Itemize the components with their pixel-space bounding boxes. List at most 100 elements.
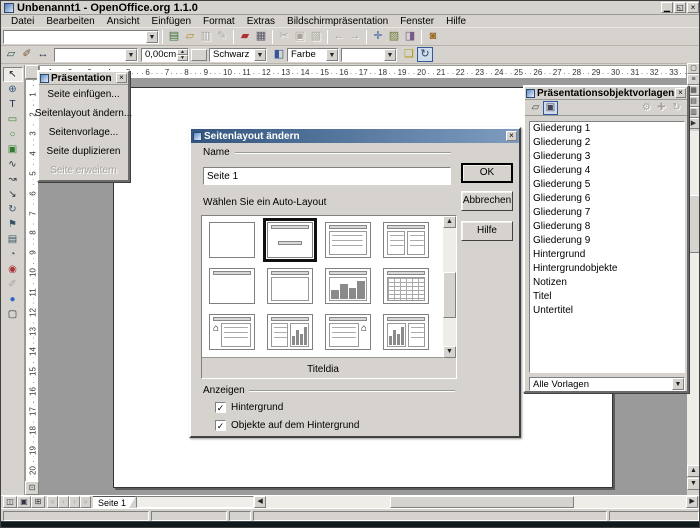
- horizontal-scroll-thumb[interactable]: [390, 496, 574, 508]
- arrow-style-icon[interactable]: ↔: [35, 47, 51, 62]
- presentation-icon[interactable]: ▢: [3, 307, 23, 322]
- close-icon[interactable]: ×: [116, 73, 127, 83]
- layout-scrollbar[interactable]: ▲ ▼: [443, 216, 456, 358]
- style-list-item[interactable]: Gliederung 3: [530, 150, 684, 164]
- scroll-left-icon[interactable]: ◀: [254, 496, 266, 508]
- palette-item[interactable]: Seitenvorlage...: [39, 123, 128, 142]
- menu-item[interactable]: Einfügen: [146, 16, 197, 27]
- zoom-icon[interactable]: ⊕: [3, 82, 23, 97]
- ruler-origin-button[interactable]: ⊡: [25, 481, 39, 495]
- layout-thumb-title-chart-outline[interactable]: [383, 314, 429, 350]
- layout-thumb-blank[interactable]: [209, 222, 255, 258]
- arrange-icon[interactable]: ▤: [3, 232, 23, 247]
- stylist-icon[interactable]: ▨: [386, 29, 402, 44]
- export-pdf-icon[interactable]: ▰: [237, 29, 253, 44]
- style-list-item[interactable]: Notizen: [530, 276, 684, 290]
- style-filter-combobox[interactable]: Alle Vorlagen ▼: [529, 377, 685, 391]
- horizontal-ruler[interactable]: 1234567891011121314151617181920212223242…: [39, 65, 687, 79]
- style-list-item[interactable]: Gliederung 5: [530, 178, 684, 192]
- style-list-item[interactable]: Gliederung 6: [530, 192, 684, 206]
- palette-item[interactable]: Seite einfügen...: [39, 85, 128, 104]
- menu-item[interactable]: Bildschirmpräsentation: [281, 16, 394, 27]
- help-button[interactable]: Hilfe: [461, 221, 513, 241]
- style-list-item[interactable]: Untertitel: [530, 304, 684, 318]
- scroll-up-icon[interactable]: ▲: [443, 216, 456, 228]
- new-document-icon[interactable]: ▤: [166, 29, 182, 44]
- rotation-mode-icon[interactable]: ↻: [417, 47, 433, 62]
- text-icon[interactable]: T: [3, 97, 23, 112]
- chevron-down-icon[interactable]: ▼: [326, 49, 338, 61]
- menu-item[interactable]: Datei: [5, 16, 40, 27]
- cancel-button[interactable]: Abbrechen: [461, 191, 513, 211]
- url-combobox[interactable]: ▼: [3, 30, 159, 44]
- ok-button[interactable]: OK: [461, 163, 513, 183]
- chevron-down-icon[interactable]: ▼: [254, 49, 266, 61]
- close-icon[interactable]: ×: [506, 131, 517, 141]
- minimize-button[interactable]: ▁: [661, 2, 673, 13]
- style-list-item[interactable]: Gliederung 7: [530, 206, 684, 220]
- layout-thumb-title-box[interactable]: [267, 268, 313, 304]
- page-tab[interactable]: Seite 1: [93, 496, 136, 508]
- layout-scroll-thumb[interactable]: [443, 272, 456, 318]
- graphic-styles-icon[interactable]: ▱: [528, 101, 543, 115]
- lines-arrows-icon[interactable]: ↘: [3, 187, 23, 202]
- fill-type-combobox[interactable]: Farbe ▼: [287, 48, 339, 62]
- layer-mode-icon[interactable]: ⊞: [31, 496, 45, 508]
- checkbox[interactable]: ✓: [215, 402, 226, 413]
- effects-icon[interactable]: ◔: [3, 247, 23, 262]
- style-list-item[interactable]: Titel: [530, 290, 684, 304]
- horizontal-scroll-track[interactable]: [266, 496, 686, 508]
- style-list-item[interactable]: Gliederung 9: [530, 234, 684, 248]
- open-icon[interactable]: ▱: [182, 29, 198, 44]
- chevron-down-icon[interactable]: ▼: [672, 378, 684, 390]
- dialog-title-bar[interactable]: Seitenlayout ändern ×: [191, 129, 519, 143]
- master-mode-icon[interactable]: ▣: [17, 496, 31, 508]
- layout-thumb-title-outline-chart[interactable]: [267, 314, 313, 350]
- layout-thumb-title-only[interactable]: [209, 268, 255, 304]
- spin-down-icon[interactable]: ▼: [177, 55, 188, 61]
- layout-thumb-title-slide[interactable]: [267, 222, 313, 258]
- shadow-icon[interactable]: ❏: [401, 47, 417, 62]
- connector-icon[interactable]: ↝: [3, 172, 23, 187]
- scroll-right-icon[interactable]: ▶: [686, 496, 698, 508]
- navigator-icon[interactable]: ✛: [370, 29, 386, 44]
- presentation-styles-icon[interactable]: ▣: [543, 101, 558, 115]
- menu-item[interactable]: Extras: [241, 16, 281, 27]
- rectangle-icon[interactable]: ▭: [3, 112, 23, 127]
- menu-item[interactable]: Bearbeiten: [40, 16, 100, 27]
- page-mode-icon[interactable]: ◫: [3, 496, 17, 508]
- layout-thumb-title-chart[interactable]: [325, 268, 371, 304]
- chevron-down-icon[interactable]: ▼: [384, 49, 396, 61]
- gallery-icon[interactable]: ◨: [402, 29, 418, 44]
- layout-thumb-title-outline-image[interactable]: ⌂: [325, 314, 371, 350]
- palette-title-bar[interactable]: Präsentation ×: [39, 72, 128, 85]
- curve-icon[interactable]: ∿: [3, 157, 23, 172]
- style-list-item[interactable]: Gliederung 2: [530, 136, 684, 150]
- rotate-icon[interactable]: ↻: [3, 202, 23, 217]
- interaction-icon[interactable]: ◉: [3, 262, 23, 277]
- chevron-down-icon[interactable]: ▼: [146, 31, 158, 43]
- layout-thumb-title-two-content[interactable]: [383, 222, 429, 258]
- layout-thumb-title-image-outline[interactable]: ⌂: [209, 314, 255, 350]
- stylist-title-bar[interactable]: Präsentationsobjektvorlagen ×: [525, 87, 687, 100]
- controller-3d-icon[interactable]: ●: [3, 292, 23, 307]
- camera-icon[interactable]: ◙: [425, 29, 441, 44]
- style-list-item[interactable]: Hintergrund: [530, 248, 684, 262]
- drawing-view-icon[interactable]: ▢: [687, 63, 700, 74]
- objects-3d-icon[interactable]: ▣: [3, 142, 23, 157]
- scroll-down-icon[interactable]: ▼: [443, 346, 456, 358]
- menu-item[interactable]: Format: [197, 16, 241, 27]
- layout-thumb-title-content[interactable]: [325, 222, 371, 258]
- layout-thumb-title-table[interactable]: [383, 268, 429, 304]
- style-list[interactable]: Gliederung 1Gliederung 2Gliederung 3Glie…: [529, 121, 685, 373]
- palette-item[interactable]: Seite duplizieren: [39, 142, 128, 161]
- ellipse-icon[interactable]: ○: [3, 127, 23, 142]
- scroll-down-icon[interactable]: ▼: [687, 478, 700, 490]
- menu-item[interactable]: Ansicht: [101, 16, 146, 27]
- palette-item[interactable]: Seitenlayout ändern...: [39, 104, 128, 123]
- menu-item[interactable]: Fenster: [394, 16, 440, 27]
- print-icon[interactable]: ▦: [253, 29, 269, 44]
- area-style-icon[interactable]: ◧: [271, 47, 287, 62]
- close-icon[interactable]: ×: [675, 88, 686, 98]
- checkbox[interactable]: ✓: [215, 420, 226, 431]
